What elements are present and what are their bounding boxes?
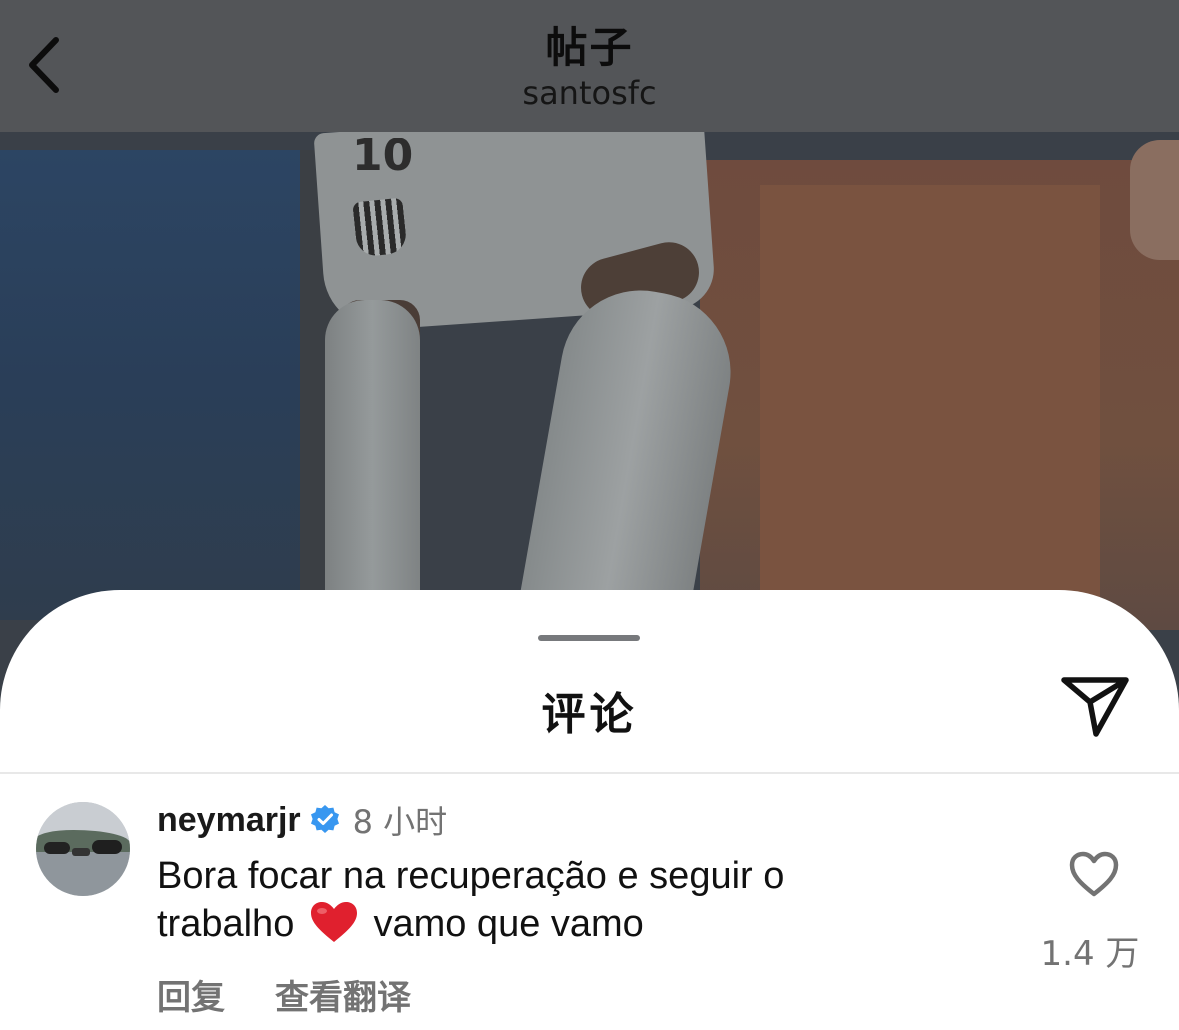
verified-badge-icon	[310, 805, 339, 833]
sheet-divider	[0, 772, 1179, 774]
top-navigation-bar: 帖子 santosfc	[0, 0, 1179, 132]
jersey-number: 10	[352, 138, 412, 173]
page-title: 帖子	[545, 23, 634, 72]
account-name[interactable]: santosfc	[0, 74, 1179, 112]
sheet-drag-handle[interactable]	[538, 635, 640, 641]
club-crest	[352, 197, 408, 258]
player-sock-left	[325, 300, 420, 630]
comment-body: Bora focar na recuperação e seguir o tra…	[157, 852, 917, 948]
see-translation-button[interactable]: 查看翻译	[275, 970, 411, 1019]
comment-timestamp: 8 小时	[352, 803, 448, 841]
background-player	[1130, 140, 1179, 260]
like-count: 1.4 万	[1040, 934, 1140, 974]
like-button[interactable]	[1068, 850, 1120, 900]
comment-item: neymarjr 8 小时 Bora focar na recuperação …	[0, 790, 1179, 1030]
comments-title: 评论	[541, 689, 638, 740]
comment-actions: 回复 查看翻译	[157, 970, 411, 1019]
comment-meta: neymarjr 8 小时	[157, 798, 447, 842]
heart-outline-icon	[1069, 851, 1119, 897]
comment-text-part2: vamo que vamo	[373, 903, 644, 945]
paper-plane-icon	[1061, 677, 1129, 737]
comment-username[interactable]: neymarjr	[157, 801, 301, 840]
avatar-car	[72, 848, 90, 856]
stadium-board-orange-inner	[760, 185, 1100, 605]
comments-sheet: 评论 neymarjr 8 小时 Bora focar na recuperaç…	[0, 590, 1179, 1030]
avatar-helicopter	[44, 842, 70, 854]
reply-button[interactable]: 回复	[157, 970, 225, 1019]
stadium-board-blue	[0, 150, 330, 620]
share-button[interactable]	[1056, 672, 1134, 740]
avatar-helicopter-2	[92, 840, 122, 854]
avatar[interactable]	[36, 802, 130, 896]
red-heart-emoji-icon	[310, 902, 357, 942]
avatar-ground	[36, 852, 130, 896]
